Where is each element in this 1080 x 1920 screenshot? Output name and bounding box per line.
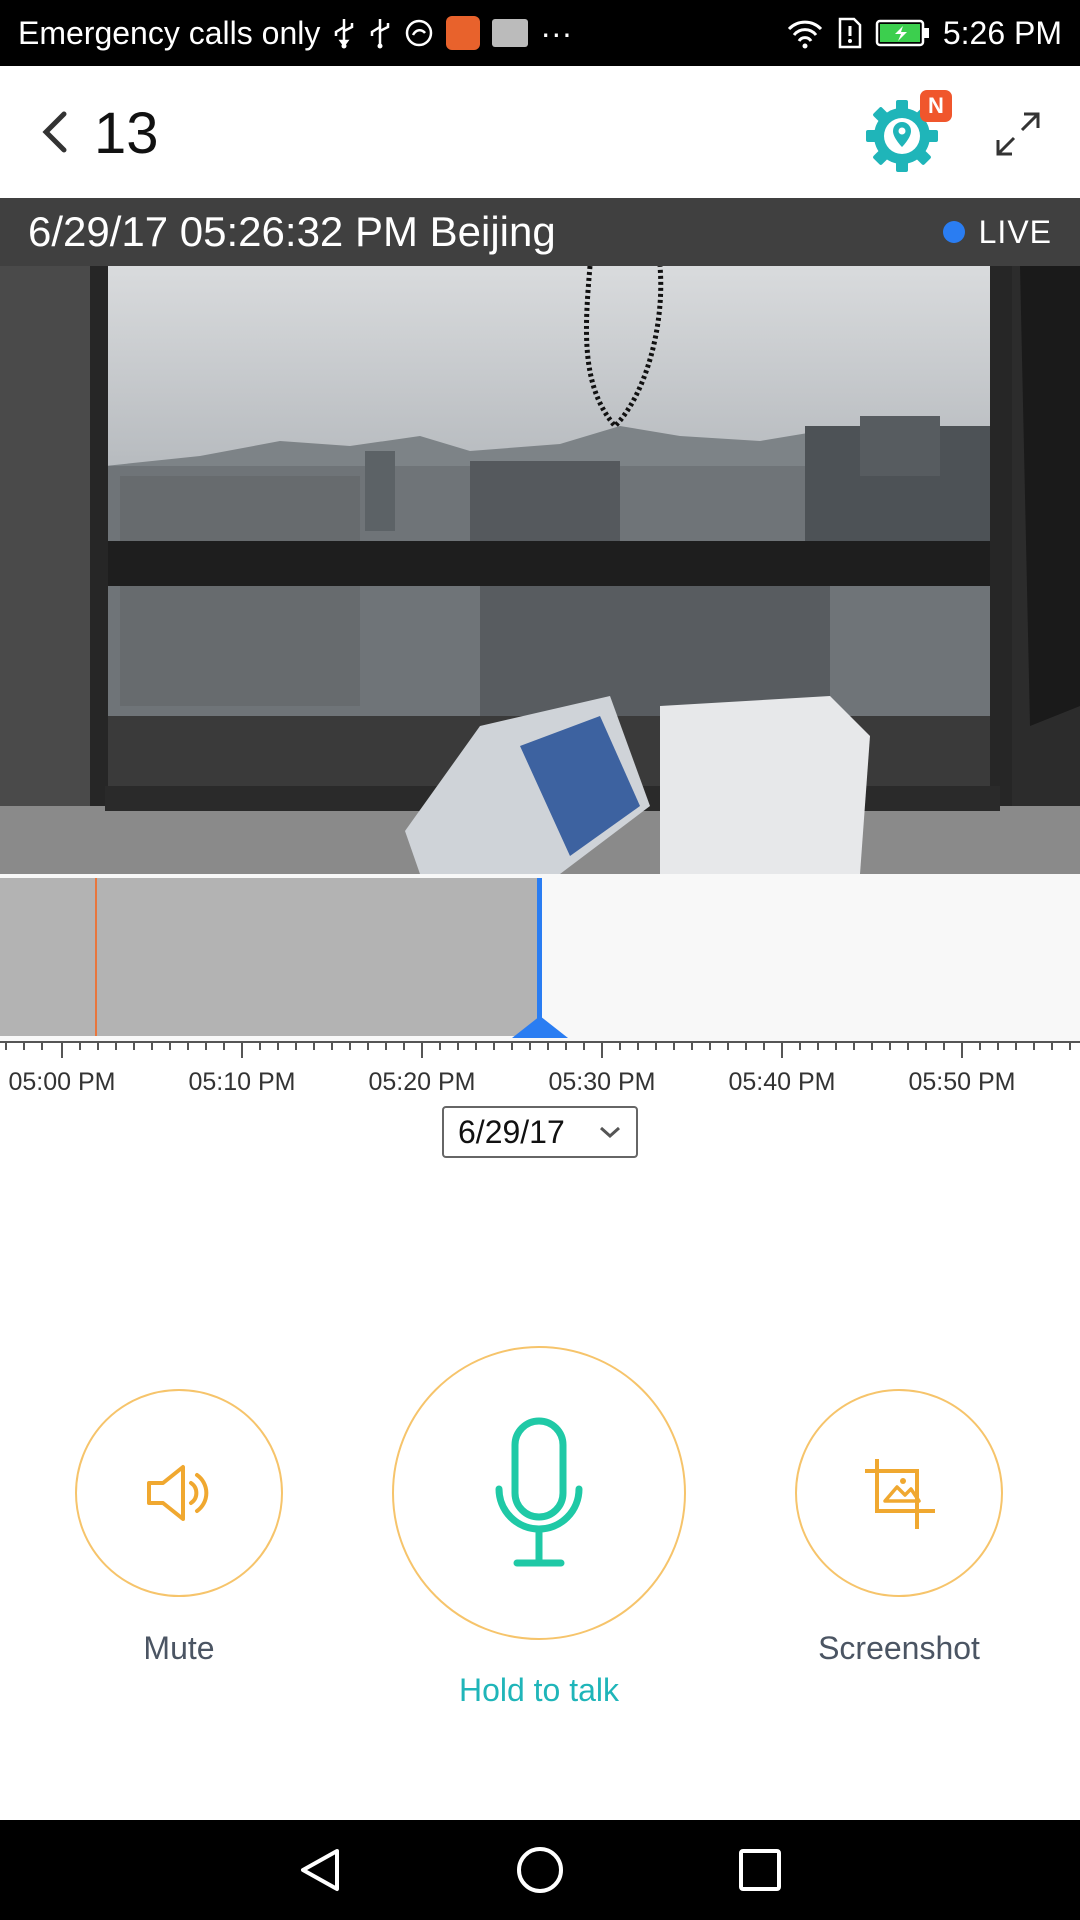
timeline-label: 05:30 PM <box>548 1068 656 1096</box>
timeline-label: 05:40 PM <box>728 1068 836 1096</box>
hold-to-talk-label: Hold to talk <box>458 1672 620 1708</box>
date-select[interactable]: 6/29/17 <box>442 1106 638 1158</box>
camera-title: 13 <box>94 101 159 166</box>
notification-badge: N <box>920 90 952 122</box>
triangle-back-icon <box>301 1849 339 1891</box>
timeline-label: 05:20 PM <box>368 1068 476 1096</box>
system-nav-bar <box>0 1820 1080 1920</box>
timeline-ticks <box>0 1041 1080 1058</box>
expand-icon <box>996 112 1040 156</box>
timeline-label: 05:10 PM <box>188 1068 296 1096</box>
timeline-label: 05:00 PM <box>8 1068 116 1096</box>
timeline-cursor[interactable] <box>537 878 542 1024</box>
status-bar: Emergency calls only ··· 5:26 PM <box>0 0 1080 66</box>
app-notification-icon <box>404 16 434 50</box>
recorded-segment <box>0 878 538 1036</box>
timeline-label: 05:50 PM <box>908 1068 1016 1096</box>
nav-recents-button[interactable] <box>730 1840 790 1900</box>
date-select-value: 6/29/17 <box>458 1113 565 1150</box>
screenshot-label: Screenshot <box>818 1630 980 1666</box>
clock: 5:26 PM <box>942 14 1062 51</box>
speaker-icon <box>147 1465 209 1521</box>
nav-home-button[interactable] <box>510 1840 570 1900</box>
wifi-icon <box>785 16 825 50</box>
mute-label: Mute <box>143 1630 215 1666</box>
app-header: 13 N <box>0 66 1080 198</box>
nav-back-button[interactable] <box>290 1840 350 1900</box>
live-video-feed[interactable] <box>0 266 1080 874</box>
circle-home-icon <box>517 1847 563 1893</box>
app-thumb-icon <box>492 19 529 47</box>
usb-icon <box>332 16 356 50</box>
back-button[interactable] <box>30 104 80 160</box>
sim-alert-icon <box>837 16 863 50</box>
hold-to-talk-button[interactable] <box>392 1346 686 1640</box>
app-badge-icon <box>446 16 481 50</box>
more-notifications-icon: ··· <box>540 14 573 51</box>
chevron-left-icon <box>42 111 67 153</box>
video-frame <box>0 266 1080 874</box>
settings-button[interactable]: N <box>862 90 952 176</box>
microphone-icon <box>495 1417 583 1567</box>
video-info-bar: 6/29/17 05:26:32 PM Beijing LIVE <box>0 198 1080 266</box>
live-indicator-icon <box>942 221 965 243</box>
carrier-text: Emergency calls only <box>18 14 321 51</box>
fullscreen-button[interactable] <box>990 106 1046 162</box>
mute-button[interactable] <box>75 1389 283 1597</box>
screenshot-button[interactable] <box>795 1389 1003 1597</box>
usb-icon-2 <box>368 16 392 50</box>
battery-icon <box>875 16 931 50</box>
timeline-cursor-handle[interactable] <box>512 1016 568 1038</box>
event-marker[interactable] <box>95 878 97 1036</box>
video-datetime: 6/29/17 05:26:32 PM Beijing <box>28 208 556 255</box>
crop-image-icon <box>865 1459 935 1529</box>
chevron-down-icon <box>600 1126 620 1139</box>
playback-timeline[interactable] <box>0 874 1080 1042</box>
live-label[interactable]: LIVE <box>979 214 1052 251</box>
square-recents-icon <box>739 1849 781 1891</box>
